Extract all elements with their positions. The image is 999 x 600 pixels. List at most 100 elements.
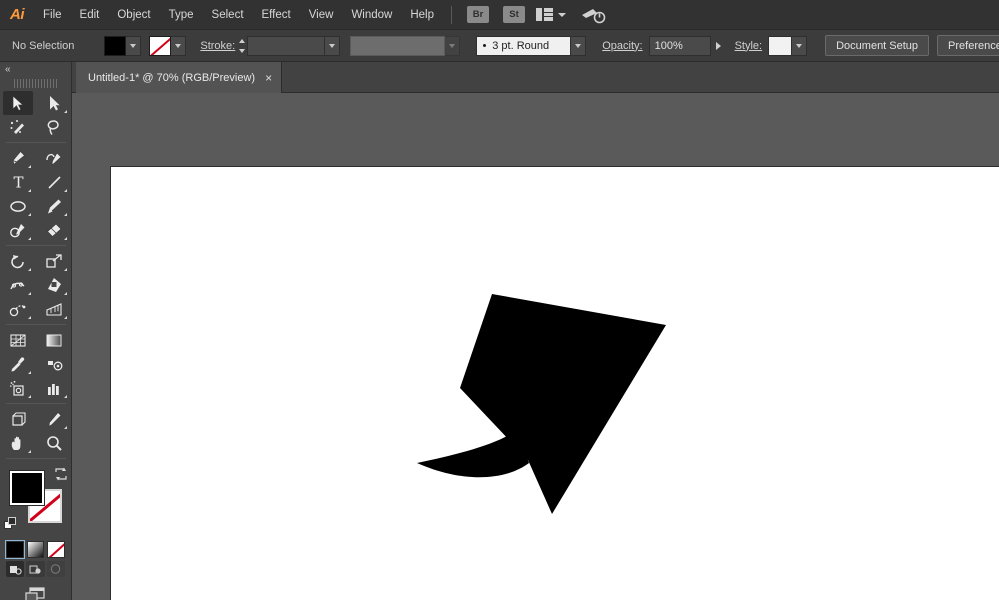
gradient-mode-button[interactable] (27, 541, 45, 558)
document-setup-button[interactable]: Document Setup (825, 35, 929, 56)
graphic-style-dropdown-arrow[interactable] (792, 36, 807, 56)
brush-definition-field[interactable]: 3 pt. Round (476, 36, 571, 56)
shape-builder-tool[interactable] (3, 297, 33, 321)
menu-item-type[interactable]: Type (160, 0, 203, 30)
selection-tool[interactable] (3, 91, 33, 115)
close-icon[interactable]: × (265, 72, 272, 84)
stroke-weight-dropdown-arrow[interactable] (325, 36, 340, 56)
app-logo-icon: Ai (0, 0, 34, 30)
line-segment-tool[interactable] (39, 170, 69, 194)
tool-flyout-indicator (64, 213, 67, 216)
menu-item-select[interactable]: Select (203, 0, 253, 30)
stock-button[interactable]: St (503, 6, 525, 23)
tool-flyout-indicator (64, 110, 67, 113)
tool-grid: T (0, 91, 72, 462)
perspective-grid-tool[interactable] (39, 297, 69, 321)
type-tool[interactable]: T (3, 170, 33, 194)
black-kite-shape[interactable] (111, 167, 999, 600)
none-mode-button[interactable] (47, 541, 65, 558)
artboard[interactable] (111, 167, 999, 600)
menu-item-object[interactable]: Object (108, 0, 159, 30)
draw-inside-button[interactable] (47, 561, 65, 577)
tools-panel: « (0, 62, 72, 600)
style-label[interactable]: Style: (735, 40, 763, 52)
column-graph-tool[interactable] (39, 376, 69, 400)
draw-normal-button[interactable] (6, 561, 24, 577)
screen-mode-row (0, 577, 71, 600)
lasso-tool[interactable] (39, 115, 69, 139)
color-mode-button[interactable] (6, 541, 24, 558)
bridge-button[interactable]: Br (467, 6, 489, 23)
swap-fill-stroke-icon[interactable] (54, 467, 68, 481)
stroke-weight-input[interactable] (247, 36, 325, 56)
fill-swatch[interactable] (104, 36, 126, 56)
graphic-style-swatch[interactable] (768, 36, 792, 56)
slice-tool[interactable] (39, 407, 69, 431)
stroke-color-control[interactable] (149, 36, 186, 56)
preferences-button[interactable]: Preferences (937, 35, 999, 56)
opacity-label[interactable]: Opacity: (602, 40, 642, 52)
tools-panel-grip[interactable] (14, 79, 57, 88)
direct-selection-tool[interactable] (39, 91, 69, 115)
draw-behind-button[interactable] (26, 561, 44, 577)
document-tab[interactable]: Untitled-1* @ 70% (RGB/Preview) × (76, 62, 282, 93)
collapse-panel-icon[interactable]: « (5, 64, 10, 75)
free-transform-tool[interactable] (39, 273, 69, 297)
eraser-tool[interactable] (39, 218, 69, 242)
zoom-tool[interactable] (39, 431, 69, 455)
opacity-input[interactable]: 100% (649, 36, 711, 56)
graphic-style-group[interactable] (768, 36, 807, 56)
fill-color-control[interactable] (104, 36, 141, 56)
rotate-tool[interactable] (3, 249, 33, 273)
magic-wand-tool[interactable] (3, 115, 33, 139)
stroke-weight-field-group[interactable] (247, 36, 340, 56)
menu-item-window[interactable]: Window (342, 0, 401, 30)
artboard-tool[interactable] (3, 407, 33, 431)
search-help-icon[interactable] (580, 5, 606, 25)
workspace-switcher[interactable] (536, 8, 566, 21)
opacity-group[interactable]: 100% (649, 36, 727, 56)
canvas-area[interactable] (72, 93, 999, 600)
stroke-profile-dropdown-arrow (445, 36, 460, 56)
brush-definition-dropdown-arrow[interactable] (571, 36, 586, 56)
tool-flyout-indicator (28, 371, 31, 374)
shaper-tool[interactable] (3, 218, 33, 242)
mesh-tool[interactable] (3, 328, 33, 352)
curvature-tool[interactable] (39, 146, 69, 170)
stroke-profile-group[interactable] (350, 36, 460, 56)
fill-color-swatch[interactable] (10, 471, 44, 505)
tool-divider (6, 142, 66, 143)
stroke-weight-stepper[interactable] (239, 36, 245, 56)
document-tab-bar: Untitled-1* @ 70% (RGB/Preview) × (0, 62, 999, 93)
paintbrush-tool[interactable] (39, 194, 69, 218)
menu-item-file[interactable]: File (34, 0, 71, 30)
gradient-tool[interactable] (39, 328, 69, 352)
brush-definition-group[interactable]: 3 pt. Round (476, 36, 586, 56)
tool-flyout-indicator (28, 213, 31, 216)
color-mode-row (0, 539, 71, 558)
menu-item-effect[interactable]: Effect (253, 0, 300, 30)
blend-tool[interactable] (39, 352, 69, 376)
pen-tool[interactable] (3, 146, 33, 170)
stroke-dropdown-arrow[interactable] (171, 36, 186, 56)
default-fill-stroke-icon[interactable] (4, 517, 18, 531)
tool-flyout-indicator (28, 316, 31, 319)
menu-item-help[interactable]: Help (401, 0, 443, 30)
stroke-weight-label[interactable]: Stroke: (200, 40, 235, 52)
menu-item-edit[interactable]: Edit (71, 0, 109, 30)
selection-status-label: No Selection (12, 40, 74, 52)
ellipse-tool[interactable] (3, 194, 33, 218)
scale-tool[interactable] (39, 249, 69, 273)
menu-item-view[interactable]: View (300, 0, 343, 30)
opacity-flyout-arrow[interactable] (711, 36, 727, 56)
fill-dropdown-arrow[interactable] (126, 36, 141, 56)
width-tool[interactable] (3, 273, 33, 297)
menu-bar: Ai File Edit Object Type Select Effect V… (0, 0, 999, 30)
tool-flyout-indicator (28, 189, 31, 192)
tool-flyout-indicator (28, 165, 31, 168)
stroke-swatch[interactable] (149, 36, 171, 56)
change-screen-mode-button[interactable] (22, 585, 50, 600)
symbol-sprayer-tool[interactable] (3, 376, 33, 400)
eyedropper-tool[interactable] (3, 352, 33, 376)
hand-tool[interactable] (3, 431, 33, 455)
